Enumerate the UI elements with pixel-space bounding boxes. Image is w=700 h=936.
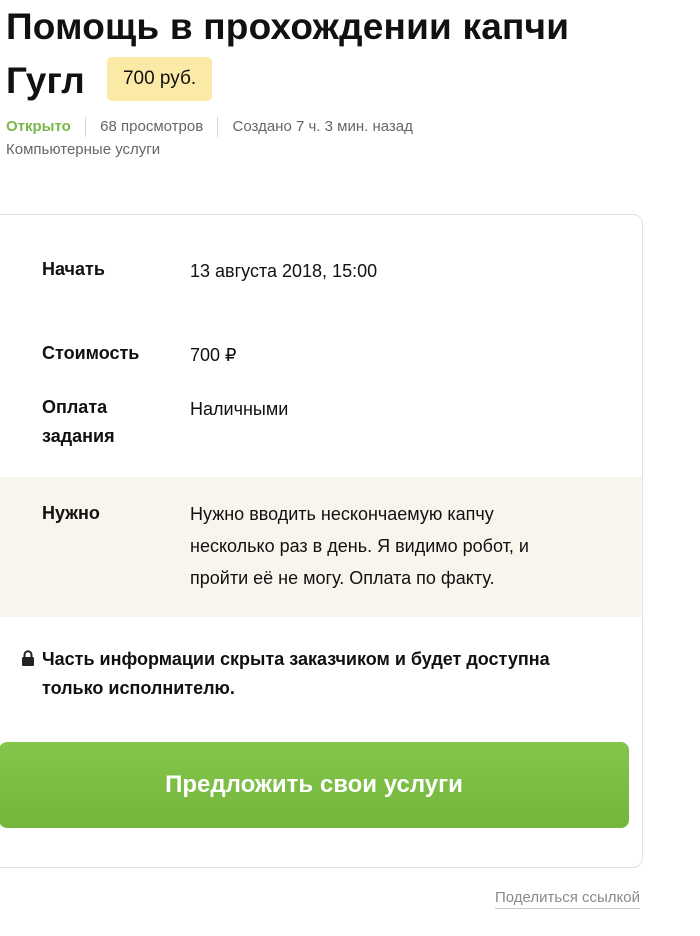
payment-label-line-1: Оплата [42, 397, 108, 417]
price-badge: 700 руб. [106, 57, 213, 102]
lock-icon [22, 650, 34, 666]
need-line-1: Нужно вводить нескончаемую капчу [190, 504, 494, 524]
task-title-text: Гугл [6, 60, 85, 101]
cost-value: 700 ₽ [190, 345, 237, 365]
task-details-card: Начать 13 августа 2018, 15:00 Стоимость … [0, 214, 643, 868]
detail-row-payment: Оплата задания Наличными [0, 393, 642, 463]
detail-row-start: Начать 13 августа 2018, 15:00 [0, 255, 642, 295]
offer-services-button[interactable]: Предложить свои услуги [0, 742, 629, 828]
meta-divider [217, 117, 219, 138]
detail-row-need: Нужно Нужно вводить нескончаемую капчу н… [0, 477, 642, 617]
payment-value: Наличными [190, 399, 289, 419]
task-title: Помощь в прохождении капчи Гугл 700 руб. [6, 0, 696, 108]
start-label: Начать [42, 259, 105, 279]
need-label: Нужно [42, 503, 100, 523]
need-line-2: несколько раз в день. Я видимо робот, и [190, 536, 529, 556]
task-category: Компьютерные услуги [6, 141, 161, 158]
task-meta: Открыто 68 просмотров Создано 7 ч. 3 мин… [6, 117, 413, 138]
views-count: 68 просмотров [100, 118, 204, 136]
task-title-line-2: Гугл 700 руб. [6, 54, 696, 108]
start-value: 13 августа 2018, 15:00 [190, 261, 378, 281]
notice-line-2: только исполнителю. [42, 678, 235, 698]
detail-row-cost: Стоимость 700 ₽ [0, 339, 642, 379]
notice-line-1: Часть информации скрыта заказчиком и буд… [42, 649, 550, 669]
meta-divider [84, 117, 86, 138]
need-line-3: пройти её не могу. Оплата по факту. [190, 568, 495, 588]
created-time: Создано 7 ч. 3 мин. назад [232, 118, 413, 136]
task-title-line-1: Помощь в прохождении капчи [6, 6, 570, 47]
share-link[interactable]: Поделиться ссылкой [495, 888, 640, 909]
need-description: Нужно вводить нескончаемую капчу несколь… [190, 498, 610, 594]
payment-label: Оплата задания [42, 393, 172, 451]
cost-label: Стоимость [42, 343, 140, 363]
payment-label-line-2: задания [42, 426, 115, 446]
status-badge: Открыто [6, 118, 71, 136]
hidden-info-notice: Часть информации скрыта заказчиком и буд… [21, 645, 621, 703]
